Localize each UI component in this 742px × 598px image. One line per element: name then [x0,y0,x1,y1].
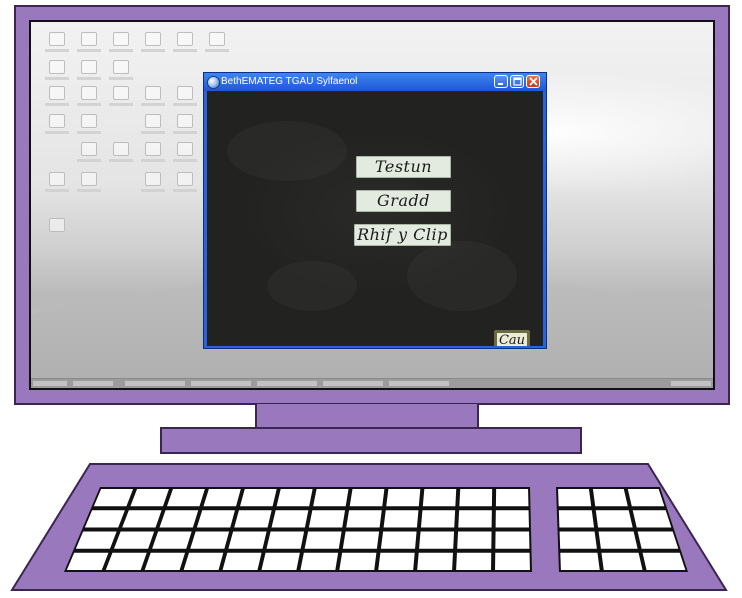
keyboard-key[interactable] [300,552,339,570]
keyboard-key[interactable] [558,510,595,528]
keyboard-key[interactable] [130,489,169,507]
keyboard-key[interactable] [417,552,453,570]
keyboard-key[interactable] [632,510,672,528]
keyboard [10,463,728,591]
keyboard-key[interactable] [266,531,305,549]
keyboard-key[interactable] [159,510,199,528]
keyboard-key[interactable] [276,489,313,507]
keyboard-key[interactable] [122,510,162,528]
keyboard-key[interactable] [560,552,600,570]
keyboard-key[interactable] [495,489,529,507]
keyboard-key[interactable] [627,489,665,507]
keyboard-key[interactable] [349,489,385,507]
keyboard-key[interactable] [261,552,300,570]
keyboard-key[interactable] [598,531,638,549]
keyboard-key[interactable] [113,531,155,549]
keyboard-key[interactable] [419,531,455,549]
keyboard-key[interactable] [152,531,192,549]
keyboard-key[interactable] [228,531,267,549]
keyboard-key[interactable] [422,489,457,507]
keyboard-key[interactable] [234,510,272,528]
keyboard-key[interactable] [383,510,419,528]
keyboard-key[interactable] [386,489,421,507]
keyboard-key[interactable] [420,510,456,528]
keyboard-key[interactable] [595,510,633,528]
keyboard-key[interactable] [166,489,205,507]
keyboard-key[interactable] [66,552,109,570]
keyboard-key[interactable] [642,552,686,570]
keyboard-key[interactable] [183,552,224,570]
keyboard-key[interactable] [378,552,415,570]
keyboard-keys-main [64,487,532,572]
keyboard-key[interactable] [271,510,309,528]
keyboard-key[interactable] [222,552,262,570]
keyboard-key[interactable] [456,552,492,570]
keyboard-key[interactable] [559,531,597,549]
keyboard-key[interactable] [558,489,592,507]
keyboard-key[interactable] [637,531,679,549]
keyboard-key[interactable] [105,552,147,570]
keyboard-key[interactable] [196,510,235,528]
keyboard-key[interactable] [346,510,382,528]
keyboard-key[interactable] [339,552,377,570]
keyboard-key[interactable] [190,531,230,549]
keyboard-key[interactable] [203,489,241,507]
keyboard-key[interactable] [458,510,492,528]
keyboard-key[interactable] [601,552,643,570]
keyboard-key[interactable] [342,531,380,549]
keyboard-key[interactable] [240,489,277,507]
keyboard-key[interactable] [313,489,349,507]
keyboard-key[interactable] [592,489,628,507]
keyboard-key[interactable] [304,531,342,549]
keyboard-key[interactable] [457,531,492,549]
keyboard-key[interactable] [459,489,493,507]
keyboard-key[interactable] [380,531,417,549]
keyboard-key[interactable] [495,552,530,570]
keyboard-key[interactable] [495,531,530,549]
keyboard-key[interactable] [308,510,346,528]
keyboard-key[interactable] [144,552,186,570]
keyboard-key[interactable] [495,510,529,528]
